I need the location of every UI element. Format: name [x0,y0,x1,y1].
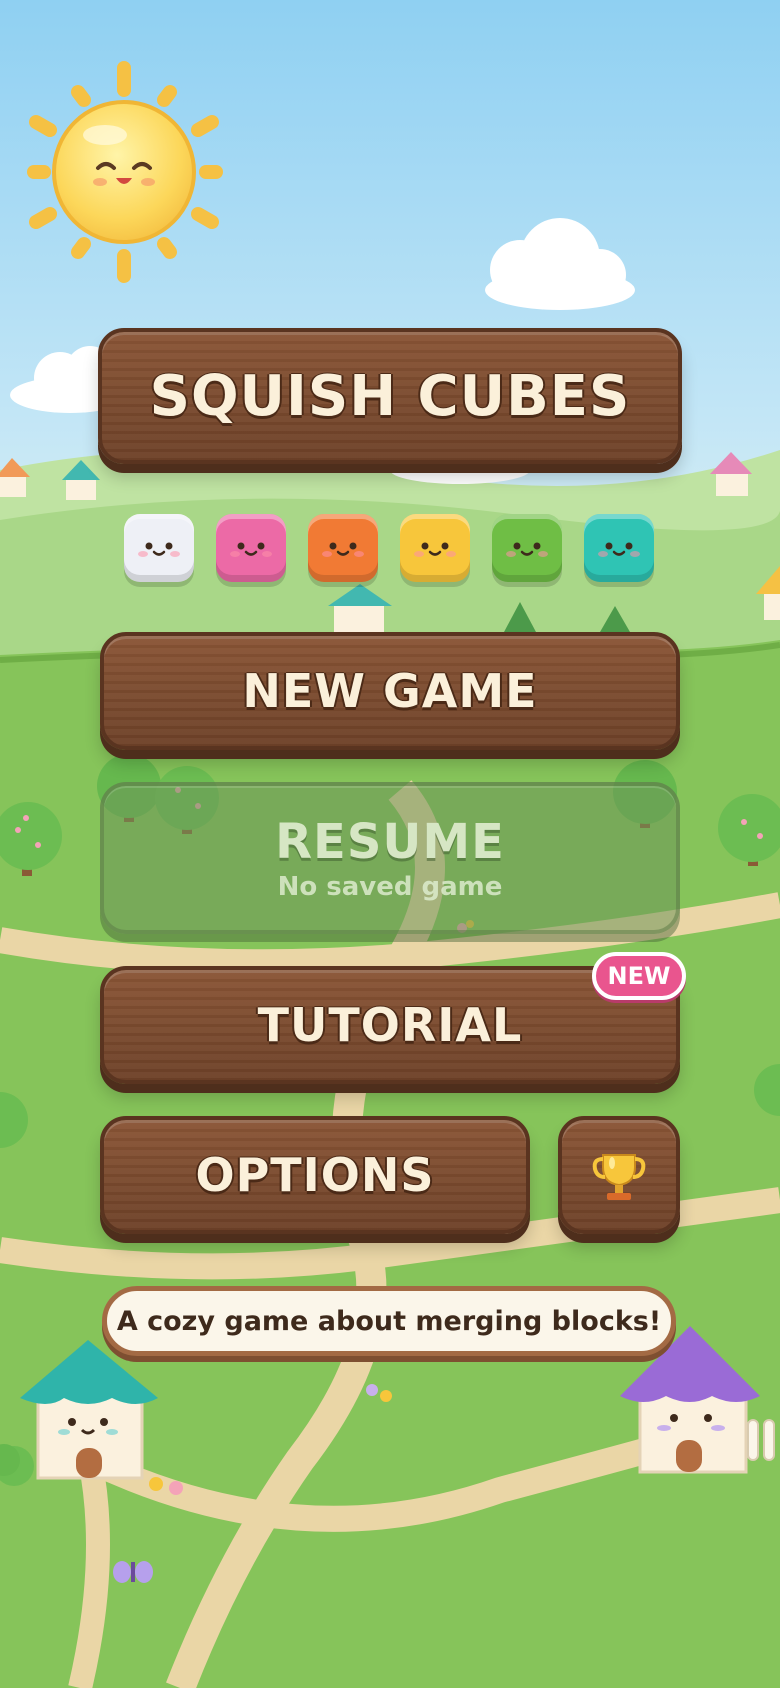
achievements-button[interactable] [558,1116,680,1234]
new-game-label: NEW GAME [242,664,538,718]
tutorial-label: TUTORIAL [257,998,523,1052]
game-title-plank: SQUISH CUBES [98,328,682,464]
tagline-banner: A cozy game about merging blocks! [102,1286,676,1356]
options-label: OPTIONS [195,1148,435,1202]
teal-cube [584,514,654,582]
yellow-cube [400,514,470,582]
resume-button[interactable]: RESUME No saved game [100,782,680,934]
orange-cube [308,514,378,582]
tagline-text: A cozy game about merging blocks! [116,1305,662,1337]
trophy-icon [592,1154,646,1200]
pink-cube [216,514,286,582]
green-cube [492,514,562,582]
resume-label: RESUME [275,814,505,870]
new-badge: NEW [592,952,686,1000]
options-button[interactable]: OPTIONS [100,1116,530,1234]
new-game-button[interactable]: NEW GAME [100,632,680,750]
game-title: SQUISH CUBES [149,363,631,429]
white-cube [124,514,194,582]
resume-status: No saved game [277,872,503,902]
